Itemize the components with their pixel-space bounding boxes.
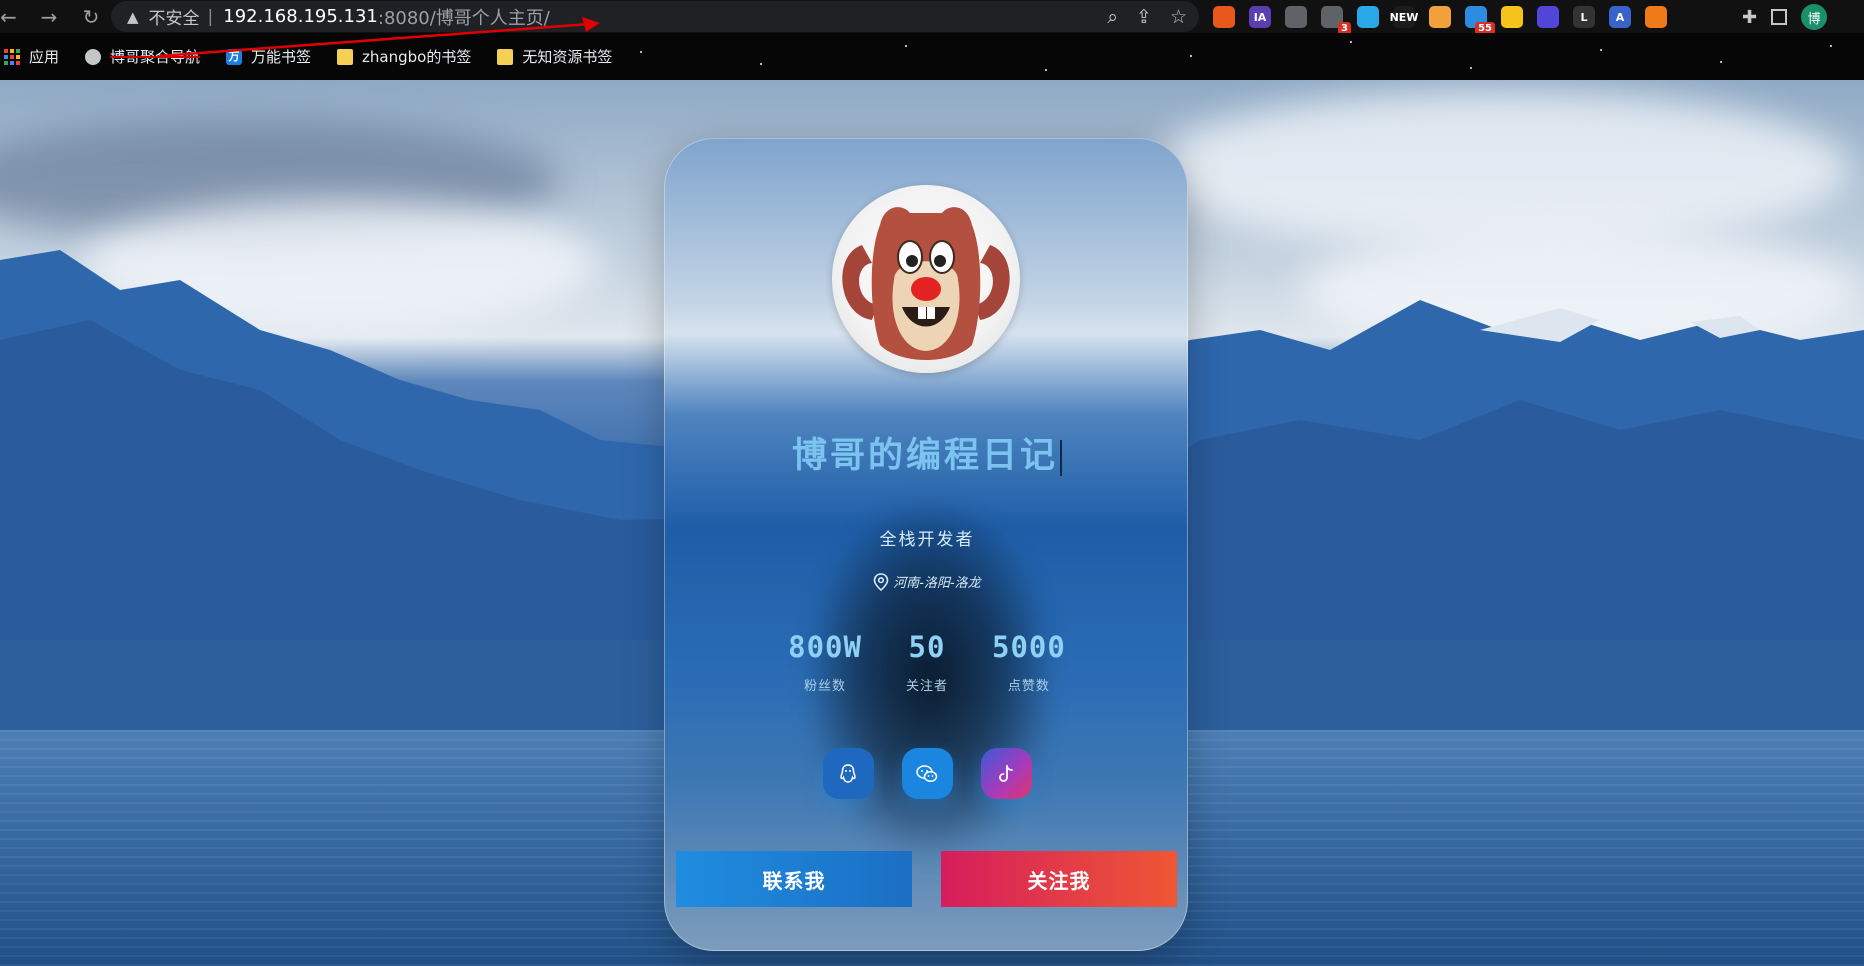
stat-fans: 800W 粉丝数 [788,630,862,694]
ext-moon-icon[interactable] [1645,6,1667,28]
tiktok-button[interactable] [980,748,1032,799]
bookmark-wuzhi[interactable]: 无知资源书签 [497,46,612,67]
apps-icon [4,48,20,65]
bookmark-label: zhangbo的书签 [362,48,472,66]
title-text: 博哥的编程日记 [791,435,1058,476]
ext-capture-icon[interactable]: 3 [1321,6,1351,35]
ext-firefox-icon[interactable] [1213,6,1235,28]
bookmark-label: 博哥聚合导航 [110,48,201,66]
location-text: 河南-洛阳-洛龙 [893,576,981,591]
job-subtitle: 全栈开发者 [879,530,975,550]
security-label[interactable]: 不安全 [149,4,200,29]
folder-icon [497,48,514,65]
profile-avatar[interactable]: 博 [1801,4,1828,30]
address-bar[interactable]: ▲ 不安全 | 192.168.195.131 :8080/博哥个人主页/ ⌕ … [111,1,1199,32]
bookmark-bogegezonghe[interactable]: 博哥聚合导航 [85,46,200,67]
ext-l-icon[interactable]: L [1573,6,1595,28]
bookmark-label: 无知资源书签 [522,48,613,66]
stat-label: 粉丝数 [804,679,847,694]
stats-row: 800W 粉丝数 50 关注者 5000 点赞数 [665,630,1187,694]
contact-button[interactable]: 联系我 [676,851,912,907]
stat-label: 点赞数 [1007,679,1050,694]
side-panel-icon[interactable] [1771,9,1788,25]
tiktok-icon [999,764,1013,782]
forward-button[interactable]: → [34,2,64,32]
profile-card: 博哥的编程日记 全栈开发者 河南-洛阳-洛龙 800W 粉丝数 50 关注者 5… [664,138,1188,951]
location-pin-icon [873,572,889,591]
ext-note-icon[interactable] [1501,6,1523,28]
stat-value: 5000 [992,630,1066,664]
ext-orb-icon[interactable] [1537,6,1559,28]
back-button[interactable]: ← [0,2,22,32]
reload-icon: ↻ [82,4,100,29]
location-row: 河南-洛阳-洛龙 [665,572,1187,591]
stat-following: 50 关注者 [906,630,948,694]
warning-icon: ▲ [127,7,139,26]
browser-toolbar: ← → ↻ ▲ 不安全 | 192.168.195.131 :8080/博哥个人… [0,0,1864,35]
globe-icon [85,48,102,65]
bookmark-wanneng[interactable]: 万 万能书签 [226,46,311,67]
ext-a-icon[interactable]: A [1609,6,1631,28]
avatar[interactable] [832,185,1020,373]
stat-value: 50 [908,630,946,664]
wechat-icon [916,764,938,782]
bookmark-zhangbo[interactable]: zhangbo的书签 [337,46,471,67]
typing-cursor [1060,439,1062,476]
bookmark-apps[interactable]: 应用 [4,46,59,67]
stat-likes: 5000 点赞数 [992,630,1066,694]
address-separator: | [207,6,214,27]
extensions-puzzle-icon[interactable]: ✚ [1742,7,1757,28]
page-title: 博哥的编程日记 [665,427,1187,478]
share-icon[interactable]: ⇪ [1136,6,1152,28]
forward-arrow-icon: → [40,4,58,29]
wechat-button[interactable] [901,748,953,799]
folder-icon [337,48,354,65]
wanneng-icon: 万 [226,48,243,65]
url-path: :8080/博哥个人主页/ [377,7,550,29]
squirrel-mug-avatar-image [842,207,1010,360]
qq-icon [840,763,856,783]
ext-reader-icon[interactable] [1285,6,1307,28]
ext-new-icon[interactable]: NEW [1390,6,1418,28]
extensions-bar: IA 3 NEW 55 L A [1213,3,1667,35]
ext-diamond-icon[interactable] [1357,6,1379,28]
qq-button[interactable] [822,748,874,799]
ext-ia-icon[interactable]: IA [1249,6,1271,28]
ext-grid-icon[interactable]: 55 [1465,6,1495,35]
zoom-icon[interactable]: ⌕ [1107,6,1118,28]
stat-label: 关注者 [905,679,948,694]
follow-button[interactable]: 关注我 [941,851,1177,907]
back-arrow-icon: ← [0,4,17,29]
bookmark-star-icon[interactable]: ☆ [1170,6,1187,28]
url-host: 192.168.195.131 [223,6,378,27]
ext-swirl-icon[interactable] [1429,6,1451,28]
bookmark-label: 应用 [29,48,60,66]
stat-value: 800W [788,630,862,664]
bookmark-label: 万能书签 [251,48,312,66]
social-links [665,748,1187,799]
reload-button[interactable]: ↻ [76,2,106,32]
bookmarks-bar: 应用 博哥聚合导航 万 万能书签 zhangbo的书签 无知资源书签 [0,33,1864,80]
